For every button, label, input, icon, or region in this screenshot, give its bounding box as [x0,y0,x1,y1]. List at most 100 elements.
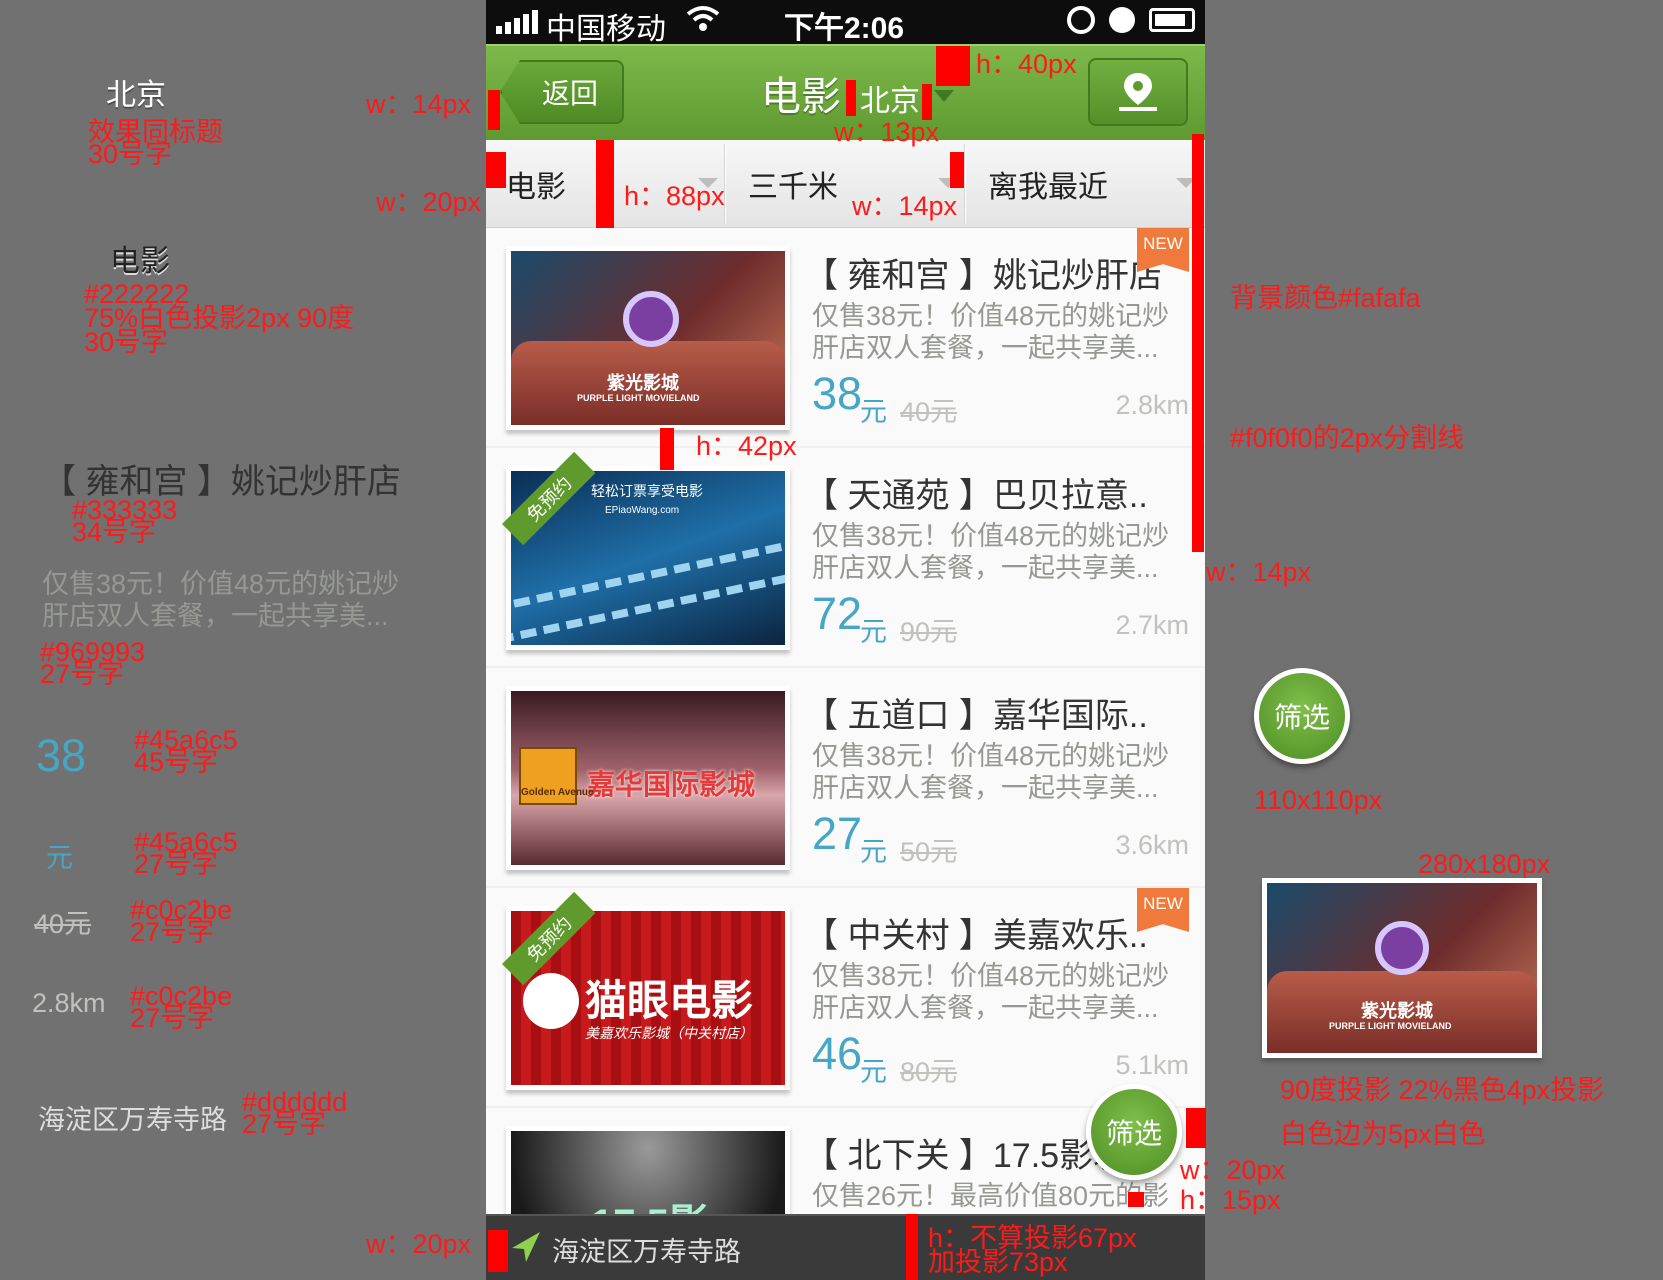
note-bg-color: 背景颜色#fafafa [1230,283,1421,313]
distance: 2.7km [1115,610,1189,640]
signal-icon [496,10,538,34]
distance: 3.6km [1115,830,1189,860]
spec-canvas: 中国移动 下午2:06 返回 电影 北京 电影 三千米 离我最近 紫光影城 PU… [0,0,1663,1280]
filter-category-label: 电影 [506,171,566,204]
deal-price: 38 [812,368,863,419]
deal-description: 仅售38元！价值48元的姚记炒肝店双人套餐，一起共享美... [812,741,1170,803]
thumb-logo-text: 猫眼电影 [585,977,754,1024]
measure-fab-bottom: h：15px [1180,1185,1281,1215]
note-divider: #f0f0f0的2px分割线 [1230,423,1465,453]
status-time: 下午2:06 [784,12,905,45]
measure-back-margin: w：14px [366,89,472,119]
page-title: 电影 [761,75,841,119]
sample-filter-button: 筛选 [1254,668,1350,764]
list-item[interactable]: 轻松订票享受电影 EPiaoWang.com 免预约 【 天通苑 】巴贝拉意..… [486,448,1205,668]
deal-title: 【 北下关 】17.5影城 [804,1137,1128,1175]
measure-right-margin: w：14px [1206,557,1312,587]
chevron-down-icon[interactable] [934,90,954,102]
deal-description: 仅售38元！价值48元的姚记炒肝店双人套餐，一起共享美... [812,521,1170,583]
deal-title: 【 五道口 】嘉华国际.. [804,697,1148,735]
sample-price: 38 [36,730,87,781]
deal-thumbnail: 轻松订票享受电影 EPiaoWang.com 免预约 [502,451,790,650]
measure-bar [596,140,614,228]
deal-title: 【 中关村 】美嘉欢乐.. [804,917,1148,955]
distance: 2.8km [1115,390,1189,420]
list-item[interactable]: 嘉华国际影城 Golden Avenue 【 五道口 】嘉华国际.. 仅售38元… [486,668,1205,888]
current-address: 海淀区万寿寺路 [552,1237,741,1267]
note-thumb-border: 白色边为5px白色 [1280,1119,1486,1149]
wifi-icon [686,4,720,40]
thumb-logo-text: 嘉华国际影城 [587,769,756,800]
measure-item-gap: h：42px [696,431,797,461]
measure-bar [488,90,500,130]
sample-filter: 电影 [110,245,170,278]
measure-filter-height: h：88px [624,181,725,211]
original-price: 90元 [900,617,958,647]
measure-bar [846,80,856,116]
note-addr-2: 27号字 [242,1109,327,1139]
measure-bar [1192,134,1204,552]
thumb-logo-subtext: Golden Avenue [521,787,594,798]
filter-distance-label: 三千米 [748,171,838,204]
note-button-size: 110x110px [1254,785,1383,815]
note-thumb-shadow: 90度投影 22%黑色4px投影 [1280,1075,1605,1105]
measure-title-gap: w：13px [834,117,940,147]
sample-filter-button-label: 筛选 [1273,702,1330,733]
list-item[interactable]: 紫光影城 PURPLE LIGHT MOVIELAND 【 雍和宫 】姚记炒肝店… [486,228,1205,448]
sample-desc: 仅售38元！价值48元的姚记炒肝店双人套餐，一起共享美... [42,569,400,631]
back-button[interactable]: 返回 [500,60,624,124]
measure-bar [936,46,970,86]
deal-price: 27 [812,808,863,859]
map-pin-icon [1119,73,1157,111]
filter-sort-label: 离我最近 [988,171,1108,204]
measure-bar [486,152,506,188]
alarm-icon [1109,7,1135,33]
measure-filter-margin: w：20px [376,187,482,217]
city-selector[interactable]: 北京 [860,76,920,120]
rotation-lock-icon [1067,6,1095,34]
new-badge: NEW [1137,888,1189,932]
note-desc-2: 27号字 [40,659,125,689]
back-button-label: 返回 [541,78,598,109]
measure-nav-height: h：40px [976,49,1077,79]
measure-fab-right: w：20px [1180,1155,1286,1185]
deal-description: 仅售26元！最高价值80元的影 [812,1181,1170,1211]
new-badge: NEW [1137,228,1189,272]
measure-bar [1128,1192,1144,1207]
measure-bar [906,1214,918,1280]
note-city-2: 30号字 [88,139,173,169]
list-item[interactable]: 猫眼电影 美嘉欢乐影城（中关村店） 免预约 【 中关村 】美嘉欢乐.. 仅售38… [486,888,1205,1108]
note-old-2: 27号字 [130,917,215,947]
original-price: 50元 [900,837,958,867]
price-unit: 元 [860,1057,887,1087]
filter-fab-button[interactable]: 筛选 [1086,1084,1182,1180]
measure-bar [1186,1108,1206,1148]
note-yuan-2: 27号字 [134,849,219,879]
sample-old-price: 40元 [34,909,92,939]
sample-city: 北京 [106,79,166,112]
sample-yuan: 元 [46,843,73,873]
sample-address: 海淀区万寿寺路 [38,1105,227,1135]
note-title-2: 34号字 [72,517,157,547]
deal-title: 【 天通苑 】巴贝拉意.. [804,477,1148,515]
phone-screen: 中国移动 下午2:06 返回 电影 北京 电影 三千米 离我最近 紫光影城 PU… [486,0,1205,1280]
price-unit: 元 [860,837,887,867]
location-button[interactable] [1088,58,1188,126]
thumb-logo-subtext: 美嘉欢乐影城（中关村店） [585,1025,753,1041]
filter-sort[interactable]: 离我最近 [988,140,1200,228]
measure-bar [922,84,932,120]
distance: 5.1km [1115,1050,1189,1080]
deal-description: 仅售38元！价值48元的姚记炒肝店双人套餐，一起共享美... [812,961,1170,1023]
filter-fab-label: 筛选 [1105,1118,1162,1149]
filter-bar: 电影 三千米 离我最近 [486,140,1205,228]
sample-distance: 2.8km [32,988,106,1018]
original-price: 80元 [900,1057,958,1087]
deal-price: 72 [812,588,863,639]
thumb-logo-subtext: EPiaoWang.com [605,505,680,516]
measure-bottom-margin: w：20px [366,1229,472,1259]
deal-thumbnail: 嘉华国际影城 Golden Avenue [506,686,790,870]
deal-price: 46 [812,1028,863,1079]
thumb-logo-text: 紫光影城 [1361,1001,1433,1021]
thumb-logo-subtext: PURPLE LIGHT MOVIELAND [1329,1021,1452,1031]
navigation-arrow-icon [512,1232,540,1262]
